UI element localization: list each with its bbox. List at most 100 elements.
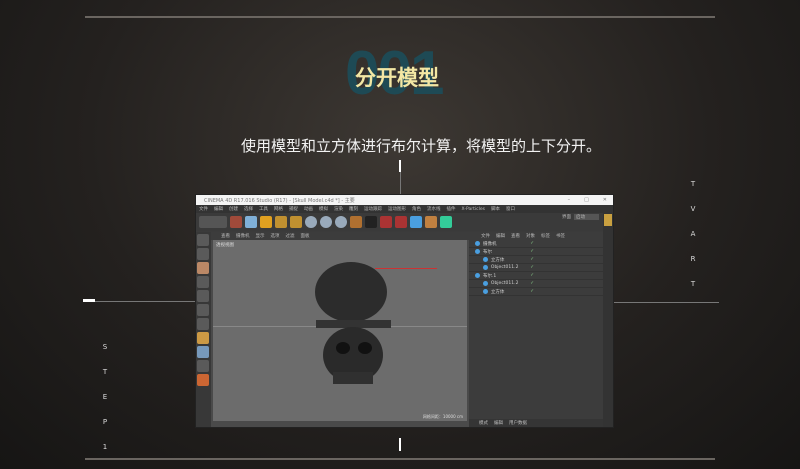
layout-dropdown[interactable]: 启动	[574, 214, 599, 220]
viewport[interactable]: 查看 摄像机 显示 选项 过滤 面板 透视视图 网格间距：10000 cm	[211, 232, 469, 427]
object-row[interactable]: 布尔.1 ✓	[469, 272, 604, 280]
menu-item[interactable]: 选择	[244, 206, 253, 212]
add-tool[interactable]	[290, 216, 302, 228]
object-row[interactable]: 摄像机 ✓	[469, 240, 604, 248]
object-name: Object011.2	[490, 281, 519, 286]
palette-button[interactable]	[197, 346, 209, 358]
om-menu-item[interactable]: 书签	[556, 233, 565, 239]
object-icon	[475, 249, 480, 254]
menu-item[interactable]: 渲染	[334, 206, 343, 212]
cube-button[interactable]	[410, 216, 422, 228]
om-menu-item[interactable]: 文件	[481, 233, 490, 239]
object-row[interactable]: Object011.2 ✓	[469, 280, 604, 288]
menu-item[interactable]: 工具	[259, 206, 268, 212]
object-row[interactable]: 立方体 ✓	[469, 256, 604, 264]
left-rule	[83, 301, 195, 302]
menu-item[interactable]: 动画	[304, 206, 313, 212]
viewport-canvas[interactable]: 透视视图 网格间距：10000 cm	[213, 240, 467, 421]
render-settings-button[interactable]	[395, 216, 407, 228]
visibility-icon[interactable]: ✓	[530, 289, 534, 294]
menu-item[interactable]: 雕刻	[349, 206, 358, 212]
pen-button[interactable]	[425, 216, 437, 228]
window-title: CINEMA 4D R17.016 Studio (R17) - [Skull …	[204, 197, 355, 204]
move-tool[interactable]	[245, 216, 257, 228]
object-row[interactable]: 立方体 ✓	[469, 288, 604, 296]
object-icon	[475, 241, 480, 246]
viewport-menu-item[interactable]: 面板	[301, 233, 310, 239]
top-divider	[85, 16, 715, 18]
visibility-icon[interactable]: ✓	[530, 241, 534, 246]
letter: T	[102, 368, 108, 376]
menu-item[interactable]: 脚本	[491, 206, 500, 212]
menu-item[interactable]: 角色	[412, 206, 421, 212]
close-button[interactable]: ✕	[603, 197, 607, 203]
palette-button[interactable]	[197, 290, 209, 302]
menu-item[interactable]: 创建	[229, 206, 238, 212]
object-row[interactable]: 布尔 ✓	[469, 248, 604, 256]
right-rule	[614, 302, 719, 303]
top-connector	[400, 172, 401, 194]
menu-item[interactable]: 运动跟踪	[364, 206, 382, 212]
object-name: 立方体	[490, 257, 505, 263]
letter: A	[690, 230, 696, 238]
menu-item[interactable]: 流水线	[427, 206, 441, 212]
om-menu-item[interactable]: 对象	[526, 233, 535, 239]
render-view-button[interactable]	[365, 216, 377, 228]
select-tool[interactable]	[230, 216, 242, 228]
viewport-menu-item[interactable]: 显示	[256, 233, 265, 239]
letter: T	[690, 280, 696, 288]
z-axis-button[interactable]	[335, 216, 347, 228]
menu-item[interactable]: 窗口	[506, 206, 515, 212]
viewport-menu-item[interactable]: 查看	[221, 233, 230, 239]
menu-item[interactable]: 捕捉	[289, 206, 298, 212]
visibility-icon[interactable]: ✓	[530, 249, 534, 254]
y-axis-button[interactable]	[320, 216, 332, 228]
palette-button[interactable]	[197, 360, 209, 372]
render-button[interactable]	[380, 216, 392, 228]
menu-item[interactable]: 插件	[447, 206, 456, 212]
tvart-label: T V A R T	[688, 172, 698, 297]
attribute-tab[interactable]: 模式	[479, 420, 488, 426]
viewport-menu-item[interactable]: 过滤	[286, 233, 295, 239]
om-menu-item[interactable]: 编辑	[496, 233, 505, 239]
menu-item[interactable]: 文件	[199, 206, 208, 212]
x-axis-button[interactable]	[305, 216, 317, 228]
om-menu-item[interactable]: 标签	[541, 233, 550, 239]
visibility-icon[interactable]: ✓	[530, 265, 534, 270]
layout-selector[interactable]: 界面 启动	[562, 214, 599, 220]
palette-button[interactable]	[197, 332, 209, 344]
palette-button[interactable]	[197, 248, 209, 260]
viewport-menu-item[interactable]: 选项	[271, 233, 280, 239]
scale-tool[interactable]	[260, 216, 272, 228]
menu-item[interactable]: X-Particles	[462, 207, 485, 212]
subdivision-button[interactable]	[440, 216, 452, 228]
attribute-tab[interactable]: 用户数据	[509, 420, 527, 426]
palette-button[interactable]	[197, 276, 209, 288]
menu-item[interactable]: 运动图形	[388, 206, 406, 212]
palette-button[interactable]	[197, 262, 209, 274]
om-menu-item[interactable]: 查看	[511, 233, 520, 239]
object-row[interactable]: Object011.2 ✓	[469, 264, 604, 272]
palette-button[interactable]	[197, 374, 209, 386]
title-bar: CINEMA 4D R17.016 Studio (R17) - [Skull …	[196, 195, 613, 205]
viewport-menu-item[interactable]: 摄像机	[236, 233, 250, 239]
attribute-tab[interactable]: 编辑	[494, 420, 503, 426]
palette-button[interactable]	[197, 234, 209, 246]
menu-item[interactable]: 网格	[274, 206, 283, 212]
skull-model	[315, 262, 391, 384]
maximize-button[interactable]: □	[584, 197, 589, 203]
left-marker	[83, 299, 95, 302]
object-manager-menu: 文件 编辑 查看 对象 标签 书签	[469, 232, 604, 240]
visibility-icon[interactable]: ✓	[530, 273, 534, 278]
visibility-icon[interactable]: ✓	[530, 281, 534, 286]
rotate-tool[interactable]	[275, 216, 287, 228]
palette-button[interactable]	[197, 318, 209, 330]
menu-item[interactable]: 编辑	[214, 206, 223, 212]
menu-item[interactable]: 模拟	[319, 206, 328, 212]
coord-button[interactable]	[350, 216, 362, 228]
palette-button[interactable]	[197, 304, 209, 316]
undo-button[interactable]	[199, 216, 227, 228]
minimize-button[interactable]: –	[568, 197, 571, 203]
side-tab[interactable]	[604, 214, 612, 226]
visibility-icon[interactable]: ✓	[530, 257, 534, 262]
